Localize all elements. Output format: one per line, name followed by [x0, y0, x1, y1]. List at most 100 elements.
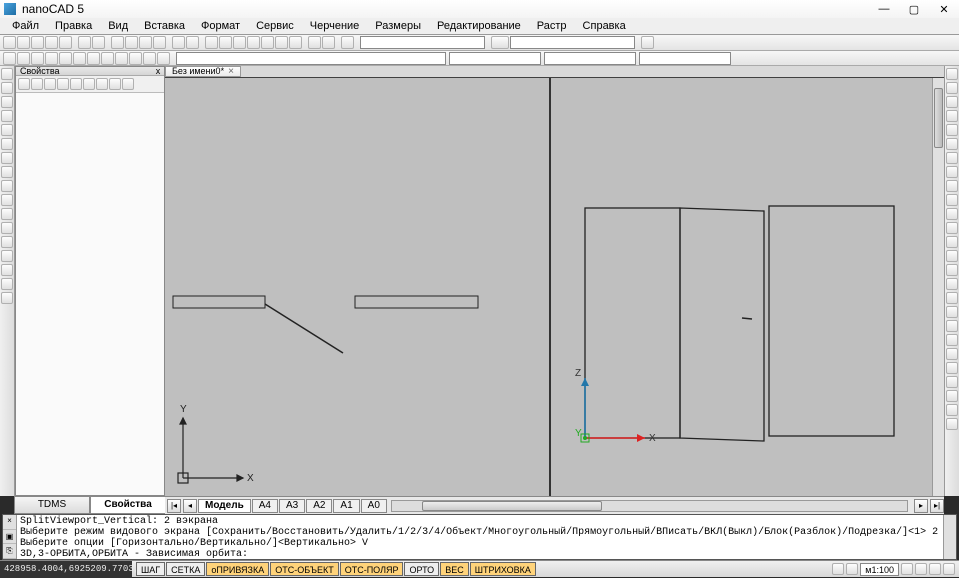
close-button[interactable]: ✕: [929, 0, 959, 18]
zoom-extents-icon[interactable]: [247, 36, 260, 49]
layer-freeze-icon[interactable]: [45, 52, 58, 65]
prop-btn-9-icon[interactable]: [122, 78, 134, 90]
layer-lock-icon[interactable]: [73, 52, 86, 65]
table-icon[interactable]: [1, 278, 13, 290]
run-icon[interactable]: [641, 36, 654, 49]
stretch-icon[interactable]: [946, 180, 958, 192]
hscroll-thumb[interactable]: [422, 501, 602, 511]
polyline-icon[interactable]: [1, 82, 13, 94]
array-icon[interactable]: [946, 124, 958, 136]
polygon-icon[interactable]: [1, 138, 13, 150]
properties-header[interactable]: Свойства x: [16, 67, 164, 76]
toggle-orto[interactable]: ОРТО: [404, 562, 439, 576]
model-icon[interactable]: [832, 563, 844, 575]
layer-dropdown-icon[interactable]: [491, 36, 509, 49]
menu-help[interactable]: Справка: [575, 20, 634, 32]
command-scrollbar[interactable]: [943, 515, 956, 559]
menu-service[interactable]: Сервис: [248, 20, 302, 32]
mline-icon[interactable]: [1, 250, 13, 262]
tab-tdms[interactable]: TDMS: [14, 496, 90, 514]
doc-tab-close-icon[interactable]: ×: [228, 67, 234, 76]
horizontal-scrollbar[interactable]: [391, 500, 908, 512]
new-icon[interactable]: [3, 36, 16, 49]
search-input[interactable]: [360, 36, 485, 49]
toggle-oprivyazka[interactable]: оПРИВЯЗКА: [206, 562, 269, 576]
menu-edit[interactable]: Правка: [47, 20, 100, 32]
zoom-a-icon[interactable]: [929, 563, 941, 575]
zoom-p-icon[interactable]: [915, 563, 927, 575]
vertical-scrollbar[interactable]: [932, 78, 944, 496]
spline-icon[interactable]: [1, 166, 13, 178]
print-icon[interactable]: [92, 36, 105, 49]
doc-tab-unnamed[interactable]: Без имени0* ×: [165, 66, 241, 77]
toggle-1-icon[interactable]: [322, 36, 335, 49]
cut-icon[interactable]: [111, 36, 124, 49]
toggle-shag[interactable]: ШАГ: [136, 562, 165, 576]
layer-off-icon[interactable]: [59, 52, 72, 65]
toggle-shtrihovka[interactable]: ШТРИХОВКА: [470, 562, 536, 576]
mod-2-icon[interactable]: [946, 306, 958, 318]
tab-model[interactable]: Модель: [198, 499, 251, 513]
cmd-clear-icon[interactable]: ▣: [3, 530, 16, 545]
line-icon[interactable]: [1, 68, 13, 80]
join-icon[interactable]: [946, 236, 958, 248]
rect-icon[interactable]: [1, 124, 13, 136]
layer-combo-1[interactable]: [176, 52, 446, 65]
fillet-icon[interactable]: [946, 264, 958, 276]
prop-btn-4-icon[interactable]: [57, 78, 69, 90]
mod-1-icon[interactable]: [946, 292, 958, 304]
tab-properties[interactable]: Свойства: [90, 496, 166, 514]
construction-icon[interactable]: [1, 208, 13, 220]
mod-8-icon[interactable]: [946, 390, 958, 402]
viewport-splitter[interactable]: [549, 78, 551, 496]
lock-icon[interactable]: [846, 563, 858, 575]
undo-icon[interactable]: [172, 36, 185, 49]
toggle-ots-polar[interactable]: ОТС-ПОЛЯР: [340, 562, 404, 576]
zoom-in-icon[interactable]: [261, 36, 274, 49]
mirror-icon[interactable]: [946, 96, 958, 108]
menu-dims[interactable]: Размеры: [367, 20, 429, 32]
layer-walk-icon[interactable]: [143, 52, 156, 65]
offset-icon[interactable]: [946, 110, 958, 122]
tab-a3[interactable]: A3: [279, 499, 305, 513]
layer-match-icon[interactable]: [129, 52, 142, 65]
circle-icon[interactable]: [1, 96, 13, 108]
layout-next-icon[interactable]: ▸: [914, 499, 928, 513]
mod-6-icon[interactable]: [946, 362, 958, 374]
scale-icon[interactable]: [946, 166, 958, 178]
prop-btn-7-icon[interactable]: [96, 78, 108, 90]
layer-input[interactable]: [510, 36, 635, 49]
copy-icon[interactable]: [125, 36, 138, 49]
help-icon[interactable]: [341, 36, 354, 49]
menu-insert[interactable]: Вставка: [136, 20, 193, 32]
layout-prev-icon[interactable]: ◂: [183, 499, 197, 513]
extend-icon[interactable]: [946, 208, 958, 220]
save-icon[interactable]: [45, 36, 58, 49]
toggle-ots-object[interactable]: ОТС-ОБЪЕКТ: [270, 562, 338, 576]
mod-7-icon[interactable]: [946, 376, 958, 388]
properties-close-icon[interactable]: x: [152, 67, 164, 75]
hatch-icon[interactable]: [1, 180, 13, 192]
maximize-button[interactable]: ▢: [899, 0, 929, 18]
measure-icon[interactable]: [308, 36, 321, 49]
layer-filter-icon[interactable]: [17, 52, 30, 65]
layout-last-icon[interactable]: ▸|: [930, 499, 944, 513]
tab-a2[interactable]: A2: [306, 499, 332, 513]
trim-icon[interactable]: [946, 194, 958, 206]
block-icon[interactable]: [1, 236, 13, 248]
tab-a1[interactable]: A1: [333, 499, 359, 513]
layer-merge-icon[interactable]: [101, 52, 114, 65]
mod-4-icon[interactable]: [946, 334, 958, 346]
copy-obj-icon[interactable]: [946, 82, 958, 94]
rebuild-icon[interactable]: [205, 36, 218, 49]
move-icon[interactable]: [946, 138, 958, 150]
mod-3-icon[interactable]: [946, 320, 958, 332]
zoom-window-icon[interactable]: [233, 36, 246, 49]
scale-readout[interactable]: м1:100: [860, 563, 899, 576]
prop-btn-3-icon[interactable]: [44, 78, 56, 90]
redo-icon[interactable]: [186, 36, 199, 49]
minimize-button[interactable]: —: [869, 0, 899, 18]
tab-a4[interactable]: A4: [252, 499, 278, 513]
erase-icon[interactable]: [946, 68, 958, 80]
rotate-icon[interactable]: [946, 152, 958, 164]
